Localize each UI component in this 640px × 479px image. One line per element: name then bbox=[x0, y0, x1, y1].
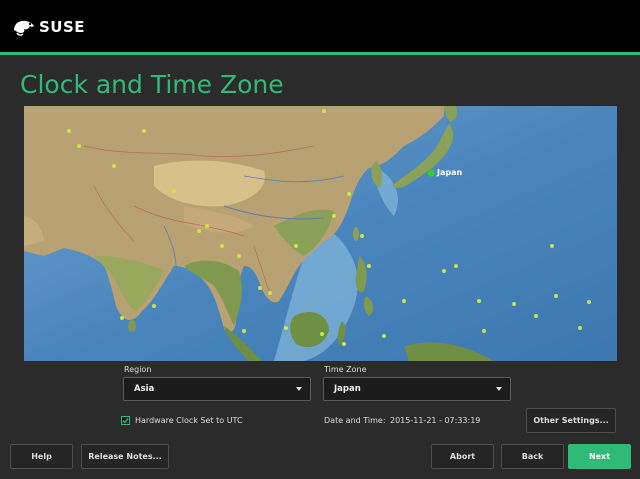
region-select[interactable]: Asia bbox=[123, 377, 311, 401]
suse-logo: SUSE bbox=[12, 12, 85, 42]
checkmark-icon bbox=[122, 417, 129, 424]
chameleon-icon bbox=[14, 20, 34, 36]
datetime-label: Date and Time: bbox=[324, 416, 386, 425]
other-settings-button[interactable]: Other Settings... bbox=[526, 408, 616, 433]
region-value: Asia bbox=[134, 384, 155, 394]
utc-checkbox[interactable] bbox=[121, 416, 130, 425]
suse-wordmark: SUSE bbox=[39, 18, 86, 36]
timezone-value: Japan bbox=[334, 384, 361, 394]
top-bar: SUSE bbox=[0, 0, 640, 52]
abort-button[interactable]: Abort bbox=[431, 444, 494, 469]
page-title: Clock and Time Zone bbox=[20, 70, 284, 99]
time-zone-map[interactable]: Japan bbox=[24, 106, 617, 361]
map-graphic[interactable]: Japan bbox=[24, 106, 617, 361]
chevron-down-icon bbox=[296, 387, 302, 391]
selected-timezone-marker[interactable] bbox=[427, 169, 435, 177]
timezone-label: Time Zone bbox=[324, 365, 367, 374]
region-label: Region bbox=[124, 365, 152, 374]
help-button[interactable]: Help bbox=[10, 444, 73, 469]
selected-marker-label: Japan bbox=[436, 168, 463, 177]
timezone-select[interactable]: Japan bbox=[323, 377, 511, 401]
next-button[interactable]: Next bbox=[568, 444, 631, 469]
datetime-value: 2015-11-21 - 07:33:19 bbox=[390, 416, 481, 425]
back-button[interactable]: Back bbox=[501, 444, 564, 469]
utc-checkbox-label[interactable]: Hardware Clock Set to UTC bbox=[135, 416, 243, 425]
chevron-down-icon bbox=[496, 387, 502, 391]
header-accent-line bbox=[0, 52, 640, 55]
release-notes-button[interactable]: Release Notes... bbox=[81, 444, 169, 469]
